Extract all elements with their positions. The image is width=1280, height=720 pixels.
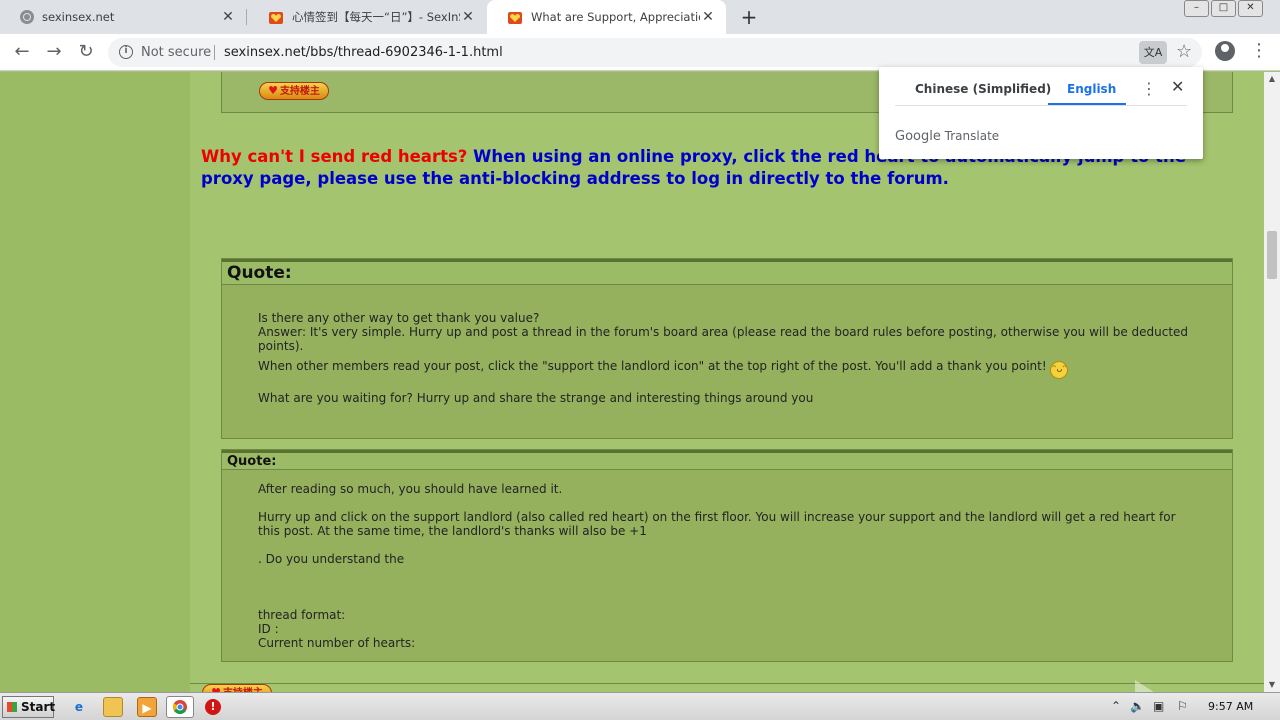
browser-toolbar: ← → ↻ i Not secure sexinsex.net/bbs/thre… bbox=[0, 34, 1280, 71]
quote-line: Current number of hearts: bbox=[258, 636, 416, 650]
web-page: 支持楼主 Why can't I send red hearts? When u… bbox=[0, 72, 1264, 692]
notice-question: Why can't I send red hearts? bbox=[201, 147, 468, 166]
anyrun-watermark: ANY RUN bbox=[1040, 680, 1264, 692]
new-tab-button[interactable]: + bbox=[738, 6, 760, 28]
scrollbar-thumb[interactable] bbox=[1267, 231, 1277, 279]
quote-header: Quote: bbox=[222, 259, 1232, 285]
quote-header: Quote: bbox=[222, 450, 1232, 470]
tab-source-language[interactable]: Chinese (Simplified) bbox=[915, 82, 1051, 96]
media-player-icon[interactable]: ▶ bbox=[137, 697, 157, 717]
security-status[interactable]: Not secure bbox=[141, 45, 211, 60]
minimize-button[interactable]: – bbox=[1184, 0, 1209, 17]
quote-block-thank-you: Quote: Is there any other way to get tha… bbox=[221, 258, 1233, 439]
popup-divider bbox=[895, 105, 1187, 106]
close-icon[interactable]: ✕ bbox=[1171, 77, 1184, 96]
back-arrow-icon[interactable]: ← bbox=[10, 40, 34, 64]
close-window-button[interactable]: ✕ bbox=[1238, 0, 1263, 17]
url-text[interactable]: sexinsex.net/bbs/thread-6902346-1-1.html bbox=[224, 45, 503, 60]
tab-strip: sexinsex.net ✕ 心情签到【每天一“日”】- SexInSex! ✕… bbox=[0, 0, 1280, 34]
quote-line: . Do you understand the bbox=[258, 552, 405, 566]
internet-explorer-icon[interactable]: e bbox=[69, 697, 89, 717]
quote-line: Hurry up and click on the support landlo… bbox=[258, 510, 1176, 538]
close-icon[interactable]: ✕ bbox=[700, 9, 716, 25]
info-icon[interactable]: i bbox=[119, 45, 133, 59]
profile-avatar-icon[interactable] bbox=[1215, 41, 1235, 61]
browser-menu-icon[interactable]: ⋮ bbox=[1250, 40, 1268, 62]
scroll-down-arrow-icon[interactable]: ▼ bbox=[1264, 678, 1280, 692]
quote-block-instructions: Quote: After reading so much, you should… bbox=[221, 449, 1233, 662]
thread-content: 支持楼主 Why can't I send red hearts? When u… bbox=[190, 72, 1264, 692]
support-landlord-button[interactable]: 支持楼主 bbox=[259, 82, 329, 100]
tab-support-thread[interactable]: What are Support, Appreciation, and ✕ bbox=[487, 0, 726, 34]
tab-title: sexinsex.net bbox=[42, 10, 115, 24]
globe-icon bbox=[20, 10, 34, 24]
network-icon[interactable]: ▣ bbox=[1153, 699, 1164, 713]
watermark-text-left: ANY bbox=[1040, 684, 1129, 693]
tab-check-in[interactable]: 心情签到【每天一“日”】- SexInSex! ✕ bbox=[248, 0, 486, 34]
watermark-text-right: RUN bbox=[1185, 684, 1264, 693]
taskbar: Start e ▶ ! ⌃ 🔈 ▣ ⚐ 9:57 AM bbox=[0, 692, 1280, 720]
brand-name: Google bbox=[895, 129, 941, 144]
volume-icon[interactable]: 🔈 bbox=[1130, 699, 1145, 713]
address-bar[interactable]: i Not secure sexinsex.net/bbs/thread-690… bbox=[108, 38, 1202, 67]
start-button[interactable]: Start bbox=[2, 696, 55, 718]
tab-sexinsex-home[interactable]: sexinsex.net ✕ bbox=[0, 0, 246, 34]
bookmark-star-icon[interactable]: ☆ bbox=[1176, 41, 1192, 63]
maximize-button[interactable]: □ bbox=[1211, 0, 1236, 17]
forum-favicon-icon bbox=[269, 12, 283, 24]
tab-separator bbox=[246, 9, 247, 25]
action-center-flag-icon[interactable]: ⚐ bbox=[1177, 699, 1188, 713]
support-landlord-button[interactable]: 支持楼主 bbox=[202, 684, 272, 692]
page-left-margin bbox=[0, 72, 190, 692]
tab-target-language[interactable]: English bbox=[1067, 82, 1116, 96]
warning-app-icon[interactable]: ! bbox=[205, 699, 221, 715]
tray-expand-icon[interactable]: ⌃ bbox=[1111, 699, 1121, 713]
quote-line: What are you waiting for? Hurry up and s… bbox=[258, 391, 814, 405]
tab-title: 心情签到【每天一“日”】- SexInSex! bbox=[292, 10, 460, 24]
forward-arrow-icon[interactable]: → bbox=[42, 40, 66, 64]
translate-popup: Chinese (Simplified) English ⋮ ✕ Google … bbox=[879, 67, 1203, 159]
forum-favicon-icon bbox=[508, 12, 522, 24]
folder-icon[interactable] bbox=[103, 697, 123, 717]
tab-title: What are Support, Appreciation, and bbox=[531, 10, 700, 24]
quote-line: Is there any other way to get thank you … bbox=[258, 311, 540, 325]
translate-options-icon[interactable]: ⋮ bbox=[1141, 79, 1157, 98]
quote-line: After reading so much, you should have l… bbox=[258, 482, 563, 496]
close-icon[interactable]: ✕ bbox=[460, 9, 476, 25]
quote-line: Answer: It's very simple. Hurry up and p… bbox=[258, 325, 1189, 353]
scroll-up-arrow-icon[interactable]: ▲ bbox=[1264, 72, 1280, 86]
play-logo-icon bbox=[1134, 680, 1179, 692]
address-separator bbox=[214, 45, 215, 60]
quote-line: thread format: bbox=[258, 608, 346, 622]
product-name: Translate bbox=[944, 129, 1000, 143]
grin-emoji-icon: ᵔᴗᵔ bbox=[1050, 361, 1069, 379]
reload-icon[interactable]: ↻ bbox=[74, 40, 98, 64]
window-controls: – □ ✕ bbox=[1182, 0, 1263, 18]
close-icon[interactable]: ✕ bbox=[220, 9, 236, 25]
quote-body: After reading so much, you should have l… bbox=[222, 482, 1232, 650]
quote-line: ID : bbox=[258, 622, 279, 636]
translate-icon[interactable]: 文A bbox=[1139, 41, 1167, 64]
quote-line: When other members read your post, click… bbox=[258, 359, 1047, 373]
vertical-scrollbar[interactable]: ▲ ▼ bbox=[1264, 72, 1280, 692]
quote-body: Is there any other way to get thank you … bbox=[222, 311, 1232, 405]
google-translate-brand: Google Translate bbox=[895, 129, 999, 144]
chrome-icon[interactable] bbox=[166, 696, 194, 718]
system-clock[interactable]: 9:57 AM bbox=[1208, 700, 1253, 713]
